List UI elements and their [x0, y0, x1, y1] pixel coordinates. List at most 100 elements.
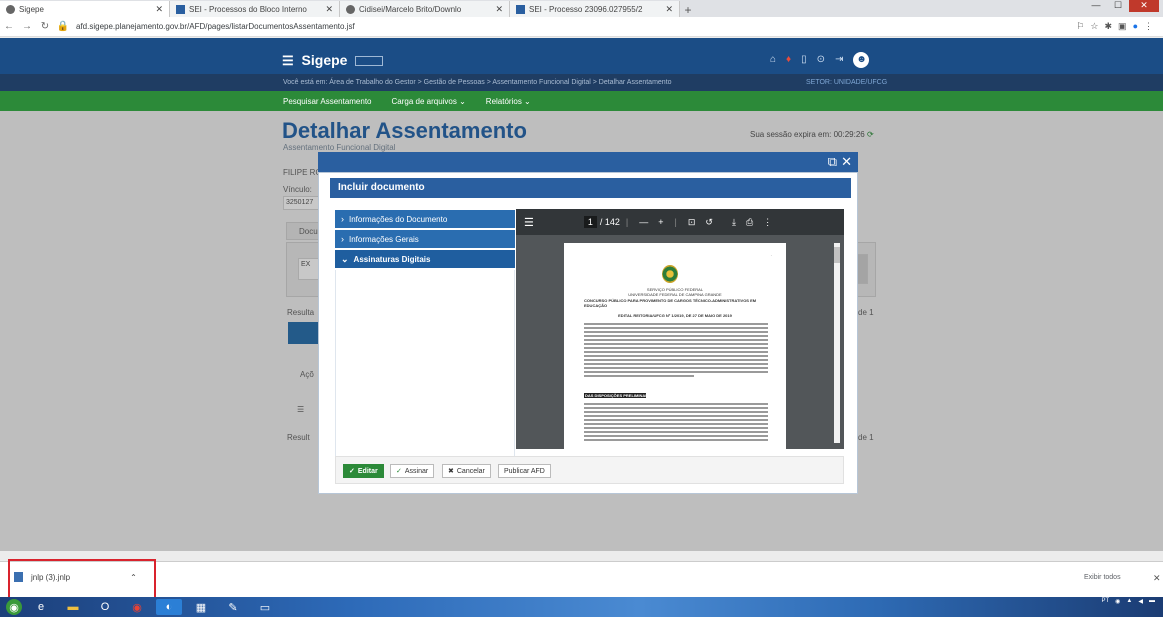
pdf-scrollbar[interactable]	[834, 243, 840, 443]
user-avatar-icon[interactable]: ☻	[853, 52, 870, 68]
rotate-icon[interactable]: ↺	[705, 217, 713, 228]
pdf-page: · SERVIÇO PÚBLICO FEDERAL UNIVERSIDADE F…	[564, 243, 786, 449]
menu-pesquisar-assentamento[interactable]: Pesquisar Assentamento	[283, 97, 372, 106]
outlook-icon[interactable]: O	[92, 599, 118, 615]
calendar-icon[interactable]: ▦	[188, 599, 214, 615]
publish-afd-button[interactable]: Publicar AFD	[498, 464, 551, 478]
cancel-button[interactable]: ✖ Cancelar	[442, 464, 491, 478]
section-document-info[interactable]: › Informações do Documento	[335, 210, 515, 228]
start-icon[interactable]: ◉	[6, 599, 22, 615]
fit-page-icon[interactable]: ⊡	[688, 217, 696, 228]
doc-section-title: DAS DISPOSIÇÕES PRELIMINARES	[585, 393, 654, 398]
modal-header: ⧉ ✕	[318, 152, 858, 172]
sigepe-header	[0, 38, 1163, 74]
browser-tab-sei-bloco[interactable]: SEI - Processos do Bloco Interno ✕	[170, 1, 340, 17]
toolbar-divider: |	[674, 217, 677, 227]
internet-explorer-icon[interactable]: e	[28, 599, 54, 615]
folder-icon[interactable]: ▬	[60, 599, 86, 615]
doc-header-2: UNIVERSIDADE FEDERAL DE CAMPINA GRANDE	[628, 292, 722, 297]
section-label: Informações Gerais	[349, 234, 419, 244]
pdf-viewer: ☰ 1 / 142 | — + | ⊡ ↺ ⤓ ⎙ ⋮ · SERVIÇO PÚ…	[516, 209, 844, 449]
sector-link[interactable]: SETOR: UNIDADE/UFCG	[806, 79, 887, 86]
close-tab-icon[interactable]: ✕	[495, 4, 503, 15]
gov-logo-icon	[355, 56, 384, 67]
reload-icon[interactable]: ↻	[36, 21, 54, 32]
browser-tab-sei-processo[interactable]: SEI - Processo 23096.027955/2 ✕	[510, 1, 680, 17]
mobile-icon[interactable]: ▯	[801, 54, 807, 68]
section-label: Assinaturas Digitais	[353, 254, 431, 264]
browser-tab-sigepe[interactable]: Sigepe ✕	[0, 1, 170, 17]
sign-button[interactable]: ✓ Assinar	[390, 464, 435, 478]
explorer-window-icon[interactable]: ▭	[252, 599, 278, 615]
back-icon[interactable]: ←	[0, 21, 18, 32]
logout-icon[interactable]: ⇥	[835, 54, 843, 68]
close-tab-icon[interactable]: ✕	[155, 4, 163, 15]
chrome-icon[interactable]: ◉	[124, 599, 150, 615]
modal-title: Incluir documento	[330, 178, 851, 198]
volume-icon[interactable]: ◀	[1138, 598, 1143, 605]
open-external-icon[interactable]: ⧉	[828, 154, 837, 170]
zoom-in-icon[interactable]: +	[658, 217, 663, 227]
close-window-icon[interactable]: ✕	[1129, 0, 1159, 12]
show-all-downloads-link[interactable]: Exibir todos	[1084, 574, 1121, 581]
highlight-box	[8, 559, 156, 600]
clock[interactable]: ▬	[1149, 598, 1155, 605]
app-icon[interactable]: ◐	[156, 599, 182, 615]
profile-icon[interactable]: ●	[1133, 21, 1138, 32]
logo-text: Sigepe	[301, 52, 348, 68]
extensions-icon[interactable]: ✱	[1105, 21, 1113, 32]
section-digital-signatures[interactable]: ⌄ Assinaturas Digitais	[335, 250, 515, 268]
chrome-menu-icon[interactable]: ⋮	[1144, 21, 1153, 32]
pdf-page-input[interactable]: 1	[583, 216, 597, 228]
bookmark-star-icon[interactable]: ☆	[1090, 21, 1098, 32]
doc-concurso: CONCURSO PÚBLICO PARA PROVIMENTO DE CARG…	[584, 298, 757, 308]
language-icon[interactable]: PT	[1102, 598, 1110, 605]
tab-title: SEI - Processo 23096.027955/2	[529, 4, 643, 14]
browser-tab-downloads[interactable]: Cidisei/Marcelo Brito/Downlo ✕	[340, 1, 510, 17]
modal-accordion: › Informações do Documento › Informações…	[335, 210, 515, 457]
menu-relatorios[interactable]: Relatórios ⌄	[486, 97, 531, 106]
download-icon[interactable]: ⤓	[732, 217, 736, 228]
help-icon[interactable]: ⊙	[817, 54, 825, 68]
hamburger-menu-icon[interactable]: ☰	[282, 53, 294, 68]
chrome-favicon-icon	[346, 4, 355, 14]
edit-button[interactable]: ✓ Editar	[343, 464, 384, 478]
tab-title: SEI - Processos do Bloco Interno	[189, 4, 307, 14]
toolbar-divider: |	[625, 217, 629, 227]
url-field[interactable]: afd.sigepe.planejamento.gov.br/AFD/pages…	[76, 22, 1076, 31]
sigepe-logo[interactable]: ☰ Sigepe	[282, 52, 384, 69]
zoom-out-icon[interactable]: —	[639, 217, 648, 227]
minimize-icon[interactable]: —	[1085, 0, 1107, 12]
chrome-tray-icon[interactable]: ◉	[1115, 598, 1120, 605]
main-menu: Pesquisar Assentamento Carga de arquivos…	[0, 91, 1163, 111]
tab-search-icon[interactable]: ▣	[1118, 21, 1127, 32]
close-download-bar-icon[interactable]: ✕	[1153, 573, 1161, 584]
publish-label: Publicar AFD	[504, 467, 545, 475]
signatures-panel	[335, 270, 515, 457]
doc-paragraph-1	[584, 323, 768, 379]
paint-icon[interactable]: ✎	[220, 599, 246, 615]
tab-title: Cidisei/Marcelo Brito/Downlo	[359, 4, 462, 14]
download-bar	[0, 561, 1163, 597]
print-icon[interactable]: ⎙	[746, 217, 753, 228]
notifications-icon[interactable]: ♦	[786, 54, 791, 68]
browser-tabbar: Sigepe ✕ SEI - Processos do Bloco Intern…	[0, 0, 1163, 17]
more-options-icon[interactable]: ⋮	[763, 217, 772, 228]
brasao-seal-icon	[662, 265, 678, 283]
section-general-info[interactable]: › Informações Gerais	[335, 230, 515, 248]
forward-icon[interactable]: →	[18, 21, 36, 32]
home-icon[interactable]: ⌂	[770, 54, 776, 68]
close-tab-icon[interactable]: ✕	[325, 4, 333, 15]
new-tab-button[interactable]: +	[680, 3, 696, 17]
close-tab-icon[interactable]: ✕	[665, 4, 673, 15]
menu-carga-arquivos[interactable]: Carga de arquivos ⌄	[392, 97, 466, 106]
edit-label: Editar	[357, 467, 378, 475]
network-icon[interactable]: ▲	[1126, 598, 1132, 605]
windows-taskbar: ◉ e ▬ O ◉ ◐ ▦ ✎ ▭	[0, 597, 1163, 617]
cancel-label: Cancelar	[456, 467, 485, 475]
pdf-menu-icon[interactable]: ☰	[524, 216, 534, 229]
breadcrumb: Você está em: Área de Trabalho do Gestor…	[283, 79, 672, 86]
maximize-icon[interactable]: ☐	[1107, 0, 1129, 12]
close-modal-icon[interactable]: ✕	[841, 154, 852, 170]
translate-icon[interactable]: ⚐	[1076, 21, 1084, 32]
